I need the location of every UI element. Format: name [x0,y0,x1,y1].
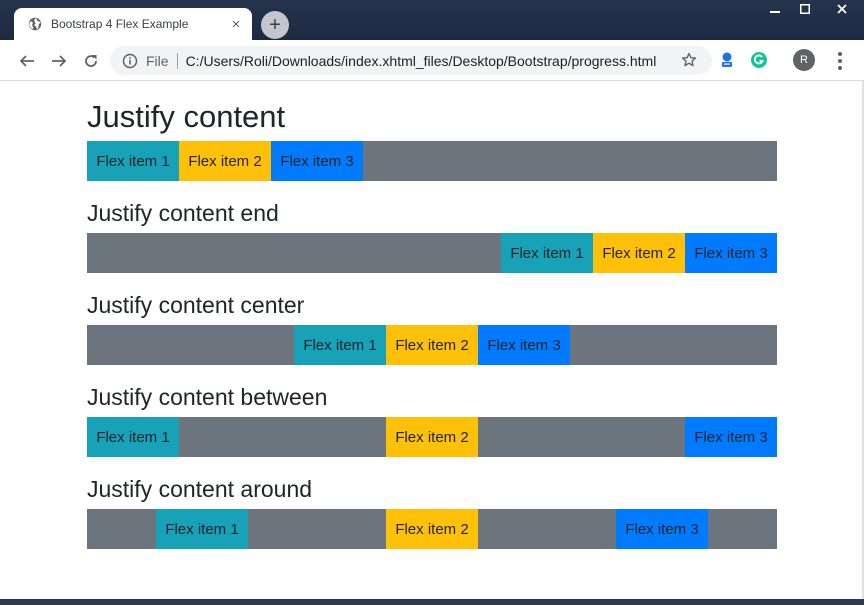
globe-icon [28,17,42,31]
flex-item: Flex item 2 [593,233,685,273]
url-text[interactable]: C:/Users/Roli/Downloads/index.xhtml_file… [186,53,657,69]
flex-item: Flex item 1 [156,509,248,549]
section-heading: Justify content around [87,476,313,502]
flex-item: Flex item 1 [87,417,179,457]
flex-item: Flex item 1 [294,325,386,365]
flex-item: Flex item 3 [685,417,777,457]
section-heading: Justify content center [87,292,305,318]
extension-icon[interactable] [717,50,737,70]
reload-icon[interactable] [80,50,102,72]
flex-item: Flex item 1 [87,141,179,181]
flex-item: Flex item 3 [685,233,777,273]
new-tab-button[interactable]: + [261,11,289,39]
flex-item: Flex item 3 [616,509,708,549]
flex-item: Flex item 2 [386,417,478,457]
window-close-icon[interactable] [820,0,864,18]
menu-icon[interactable] [832,50,848,72]
close-icon[interactable]: × [228,16,244,32]
minimize-icon[interactable] [760,0,790,18]
window-bottom-edge [0,599,864,605]
section-heading: Justify content end [87,200,279,226]
flex-container-between: Flex item 1 Flex item 2 Flex item 3 [87,417,777,457]
url-scheme: File [146,52,169,69]
content-container: Justify content Flex item 1 Flex item 2 … [87,81,777,549]
tab-title: Bootstrap 4 Flex Example [51,17,189,31]
flex-item: Flex item 3 [271,141,363,181]
section-heading: Justify content between [87,384,328,410]
address-bar[interactable]: File C:/Users/Roli/Downloads/index.xhtml… [110,46,712,75]
browser-window: Bootstrap 4 Flex Example × + File C:/Use… [0,0,864,605]
flex-item: Flex item 3 [478,325,570,365]
info-icon[interactable] [122,53,138,69]
flex-item: Flex item 2 [179,141,271,181]
flex-container-start: Flex item 1 Flex item 2 Flex item 3 [87,141,777,181]
tab-strip: Bootstrap 4 Flex Example × + [0,0,864,40]
flex-container-center: Flex item 1 Flex item 2 Flex item 3 [87,325,777,365]
star-icon[interactable] [680,51,698,69]
flex-container-end: Flex item 1 Flex item 2 Flex item 3 [87,233,777,273]
flex-item: Flex item 2 [386,325,478,365]
flex-item: Flex item 1 [501,233,593,273]
page-viewport: Justify content Flex item 1 Flex item 2 … [0,81,862,599]
back-icon[interactable] [16,50,38,72]
browser-toolbar: File C:/Users/Roli/Downloads/index.xhtml… [0,40,864,81]
flex-container-around: Flex item 1 Flex item 2 Flex item 3 [87,509,777,549]
section-heading: Justify content [87,99,286,134]
scheme-separator [176,52,178,69]
forward-icon[interactable] [48,50,70,72]
browser-tab[interactable]: Bootstrap 4 Flex Example × [14,8,252,40]
window-controls [760,0,864,20]
maximize-icon[interactable] [790,0,820,18]
flex-item: Flex item 2 [386,509,478,549]
profile-avatar[interactable]: R [793,49,815,71]
grammarly-icon[interactable] [749,50,769,70]
